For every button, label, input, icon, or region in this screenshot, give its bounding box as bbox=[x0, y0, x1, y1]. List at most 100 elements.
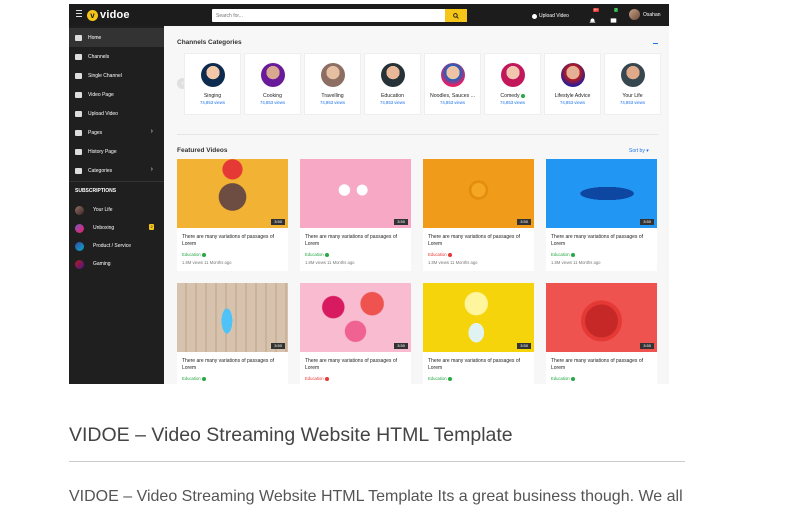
folder-icon bbox=[75, 129, 82, 136]
avatar bbox=[620, 63, 645, 87]
avatar bbox=[260, 63, 285, 87]
channel-category-card[interactable]: Comedy 74,853 views bbox=[484, 53, 541, 115]
channel-name: Travelling bbox=[321, 93, 344, 99]
status-icon bbox=[324, 376, 329, 381]
duration-badge: 3:50 bbox=[271, 219, 285, 225]
channel-category-card[interactable]: Lifestyle Advice 74,853 views bbox=[544, 53, 601, 115]
video-title[interactable]: There are many variations of passages of… bbox=[428, 234, 533, 248]
channel-category-card[interactable]: Cooking 74,853 views bbox=[244, 53, 301, 115]
avatar bbox=[500, 63, 525, 87]
video-thumbnail[interactable]: 3:50 bbox=[300, 283, 411, 352]
avatar bbox=[629, 9, 640, 20]
channel-views: 74,853 views bbox=[259, 100, 286, 105]
verified-icon bbox=[447, 376, 452, 381]
avatar bbox=[75, 259, 84, 269]
notifications-button[interactable]: 9+ bbox=[589, 8, 599, 23]
subscription-item[interactable]: Product / Service bbox=[75, 240, 131, 252]
search-input[interactable] bbox=[212, 9, 448, 22]
user-menu[interactable]: Osahan bbox=[629, 9, 661, 20]
menu-icon[interactable] bbox=[76, 10, 82, 19]
channel-name: Your Life bbox=[622, 93, 643, 99]
avatar bbox=[75, 241, 84, 251]
search-button[interactable] bbox=[445, 9, 467, 22]
verified-icon bbox=[570, 376, 575, 381]
search-icon bbox=[453, 12, 459, 19]
video-card[interactable]: 3:50 There are many variations of passag… bbox=[300, 283, 411, 384]
channel-views: 74,853 views bbox=[199, 100, 226, 105]
channel-category-card[interactable]: Your Life 74,853 views bbox=[604, 53, 661, 115]
video-title[interactable]: There are many variations of passages of… bbox=[551, 358, 656, 372]
subscription-item[interactable]: Your Life bbox=[75, 204, 113, 216]
channel-category-card[interactable]: Travelling 74,853 views bbox=[304, 53, 361, 115]
logo[interactable]: v vidoe bbox=[87, 9, 130, 21]
video-title[interactable]: There are many variations of passages of… bbox=[305, 358, 410, 372]
sidebar-item-label: Pages bbox=[88, 129, 103, 136]
channel-category-card[interactable]: Singing 74,853 views bbox=[184, 53, 241, 115]
video-title[interactable]: There are many variations of passages of… bbox=[428, 358, 533, 372]
video-thumbnail[interactable]: 3:50 bbox=[300, 159, 411, 228]
video-title[interactable]: There are many variations of passages of… bbox=[551, 234, 656, 248]
sort-by-dropdown[interactable]: Sort by ▾ bbox=[629, 148, 649, 154]
video-category: Education bbox=[182, 376, 206, 381]
channel-views: 74,853 views bbox=[379, 100, 406, 105]
verified-icon bbox=[201, 252, 206, 257]
messages-button[interactable]: 7 bbox=[610, 8, 618, 23]
video-meta: 1.8M views 11 Months ago bbox=[428, 260, 478, 265]
duration-badge: 3:50 bbox=[517, 219, 531, 225]
featured-videos-title: Featured Videos bbox=[177, 147, 228, 154]
history-icon bbox=[75, 148, 82, 155]
collapse-icon[interactable] bbox=[653, 43, 658, 44]
video-card[interactable]: 3:50 There are many variations of passag… bbox=[177, 159, 288, 271]
video-card[interactable]: 3:50 There are many variations of passag… bbox=[177, 283, 288, 384]
video-title[interactable]: There are many variations of passages of… bbox=[182, 358, 287, 372]
video-meta: 1.8M views 11 Months ago bbox=[182, 260, 232, 265]
avatar bbox=[560, 63, 585, 87]
sidebar-item-label: Video Page bbox=[88, 91, 114, 98]
messages-badge: 7 bbox=[614, 8, 618, 12]
divider bbox=[69, 461, 685, 462]
duration-badge: 3:50 bbox=[640, 343, 654, 349]
video-thumbnail[interactable]: 3:50 bbox=[177, 283, 288, 352]
channel-category-card[interactable]: Noodles, Sauces ... 74,853 views bbox=[424, 53, 481, 115]
video-thumbnail[interactable]: 3:50 bbox=[423, 159, 534, 228]
video-title[interactable]: There are many variations of passages of… bbox=[305, 234, 410, 248]
subscription-item[interactable]: Unboxing 2 bbox=[75, 222, 160, 234]
channels-categories-title: Channels Categories bbox=[177, 39, 242, 46]
video-meta: 1.8M views 11 Months ago bbox=[305, 260, 355, 265]
search-bar bbox=[212, 9, 467, 22]
video-thumbnail[interactable]: 3:50 bbox=[177, 159, 288, 228]
subscription-item[interactable]: Gaming bbox=[75, 258, 111, 270]
subscription-label: Product / Service bbox=[93, 243, 132, 249]
channel-category-card[interactable]: Education 74,853 views bbox=[364, 53, 421, 115]
chevron-right-icon: › bbox=[150, 128, 153, 135]
home-icon bbox=[75, 34, 82, 41]
channel-views: 74,853 views bbox=[619, 100, 646, 105]
sidebar-item-video-page[interactable]: Video Page bbox=[69, 85, 164, 104]
video-card[interactable]: 3:50 There are many variations of passag… bbox=[546, 159, 657, 271]
sidebar-item-history-page[interactable]: History Page bbox=[69, 142, 164, 161]
sidebar-item-home[interactable]: Home bbox=[69, 28, 164, 47]
sidebar-item-categories[interactable]: Categories › bbox=[69, 161, 164, 180]
video-card[interactable]: 3:50 There are many variations of passag… bbox=[423, 283, 534, 384]
video-title[interactable]: There are many variations of passages of… bbox=[182, 234, 287, 248]
channel-name: Noodles, Sauces ... bbox=[430, 93, 475, 99]
video-category: Education bbox=[428, 376, 452, 381]
top-bar: v vidoe Upload Video 9+ 7 Osahan bbox=[69, 4, 669, 26]
video-card[interactable]: 3:50 There are many variations of passag… bbox=[423, 159, 534, 271]
sidebar-item-single-channel[interactable]: Single Channel bbox=[69, 66, 164, 85]
video-card[interactable]: 3:50 There are many variations of passag… bbox=[546, 283, 657, 384]
video-thumbnail[interactable]: 3:50 bbox=[423, 283, 534, 352]
video-thumbnail[interactable]: 3:50 bbox=[546, 283, 657, 352]
sidebar-item-upload-video[interactable]: Upload Video bbox=[69, 104, 164, 123]
video-card[interactable]: 3:50 There are many variations of passag… bbox=[300, 159, 411, 271]
video-thumbnail[interactable]: 3:50 bbox=[546, 159, 657, 228]
avatar bbox=[380, 63, 405, 87]
sidebar-item-label: Categories bbox=[88, 167, 113, 174]
main-content: Channels Categories ‹ › Singing74,853 vi… bbox=[164, 26, 669, 384]
upload-video-link[interactable]: Upload Video bbox=[532, 12, 569, 20]
logo-badge: v bbox=[87, 9, 98, 21]
upload-icon bbox=[532, 13, 537, 19]
sidebar-item-pages[interactable]: Pages › bbox=[69, 123, 164, 142]
channel-views: 74,853 views bbox=[319, 100, 346, 105]
sidebar-item-channels[interactable]: Channels bbox=[69, 47, 164, 66]
